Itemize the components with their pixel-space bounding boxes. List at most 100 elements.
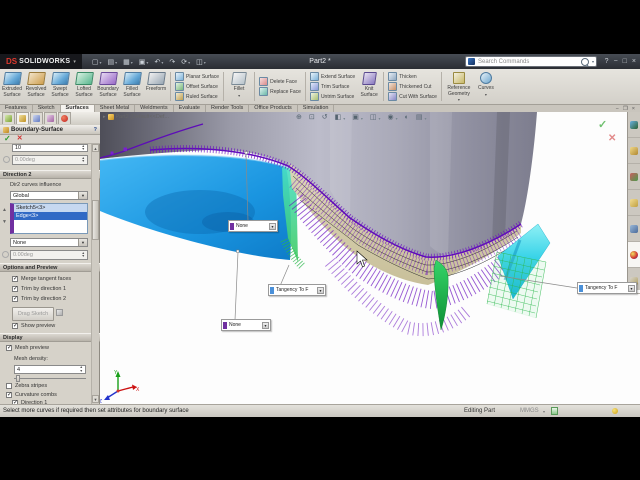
minimize-button[interactable]: − bbox=[614, 58, 618, 65]
quick-tip-icon[interactable] bbox=[612, 408, 618, 414]
flyout-feature-tree[interactable]: ▸ Part2 (Default<<Def... bbox=[103, 114, 169, 120]
tab-render-tools[interactable]: Render Tools bbox=[206, 105, 250, 112]
close-button[interactable]: × bbox=[632, 58, 636, 65]
view-orientation-icon[interactable]: ▣ bbox=[352, 113, 359, 123]
chevron-down-icon[interactable]: ▼ bbox=[269, 222, 276, 230]
checkbox-curvature-combs[interactable]: ✓ Curvature combs bbox=[6, 392, 57, 398]
units-dropdown-icon[interactable]: ▾ bbox=[543, 409, 545, 414]
spinner-arrows-icon[interactable]: ▲ ▼ bbox=[82, 144, 85, 152]
zoom-area-icon[interactable]: ⊡ bbox=[309, 113, 315, 123]
tab-features[interactable]: Features bbox=[0, 105, 33, 112]
slider-thumb[interactable] bbox=[16, 375, 20, 382]
ribbon-button-extend-surface[interactable]: Extend Surface bbox=[309, 72, 355, 81]
tab-sketch[interactable]: Sketch bbox=[33, 105, 61, 112]
display-style-icon[interactable]: ◫ bbox=[370, 113, 377, 123]
search-icon[interactable] bbox=[580, 57, 589, 66]
angle2-field[interactable]: 0.00deg ▲ ▼ bbox=[10, 250, 88, 260]
chevron-down-icon[interactable]: ▼ bbox=[317, 286, 324, 294]
taskpane-tab-design-library[interactable] bbox=[628, 138, 640, 164]
dir2-curve-list[interactable]: Sketch5<3> Edge<3> bbox=[10, 203, 88, 234]
zoom-fit-icon[interactable]: ⊕ bbox=[296, 113, 302, 123]
chevron-down-icon[interactable]: ▼ bbox=[78, 192, 87, 199]
tab-surfaces[interactable]: Surfaces bbox=[60, 105, 95, 112]
callout-tangency-mid[interactable]: Tangency To F ▼ bbox=[268, 284, 326, 296]
tag-icon[interactable] bbox=[551, 407, 558, 415]
tab-dimxpert[interactable] bbox=[44, 112, 57, 124]
tab-evaluate[interactable]: Evaluate bbox=[174, 105, 206, 112]
scroll-down-icon[interactable]: ▼ bbox=[92, 395, 99, 403]
spinner-arrows-icon[interactable]: ▲ ▼ bbox=[82, 251, 85, 259]
ok-button[interactable]: ✓ bbox=[4, 135, 11, 143]
section-direction2[interactable]: Direction 2▴ bbox=[0, 170, 100, 179]
tab-simulation[interactable]: Simulation bbox=[298, 105, 335, 112]
previous-view-icon[interactable]: ↺ bbox=[322, 113, 328, 123]
clipped-spinner-field[interactable]: 10 ▲ ▼ bbox=[12, 144, 88, 152]
chevron-down-icon[interactable]: ▼ bbox=[628, 284, 635, 292]
checkbox-show-preview[interactable]: ✓ Show preview bbox=[12, 323, 55, 329]
checkbox-trim-by-direction-1[interactable]: ✓ Trim by direction 1 bbox=[12, 286, 66, 292]
ribbon-button-untrim-surface[interactable]: Untrim Surface bbox=[309, 92, 355, 101]
scrollbar-thumb[interactable] bbox=[92, 200, 99, 240]
checkbox-mesh-preview[interactable]: ✓ Mesh preview bbox=[6, 345, 49, 351]
ribbon-button-swept-surface[interactable]: Swept Surface bbox=[48, 69, 72, 104]
ribbon-button-cut-with-surface[interactable]: Cut With Surface bbox=[388, 92, 437, 101]
ribbon-button-extruded-surface[interactable]: Extruded Surface bbox=[0, 69, 24, 104]
edit-appearance-icon[interactable]: ◐ bbox=[405, 113, 409, 123]
doc-minimize-button[interactable]: − bbox=[616, 106, 619, 112]
drag-sketch-button[interactable]: Drag Sketch bbox=[12, 307, 54, 321]
taskpane-tab-appearances[interactable] bbox=[628, 242, 640, 268]
ribbon-button-ruled-surface[interactable]: Ruled Surface bbox=[175, 92, 219, 101]
ribbon-button-boundary-surface[interactable]: Boundary Surface bbox=[96, 69, 120, 104]
confirmation-ok-icon[interactable]: ✓ bbox=[598, 118, 607, 131]
search-dropdown-icon[interactable]: ▾ bbox=[592, 59, 594, 64]
search-scope-icon[interactable] bbox=[468, 58, 475, 65]
reference-geometry-dropdown-icon[interactable]: ▾ bbox=[458, 97, 460, 102]
tab-featuremanager-tree[interactable] bbox=[2, 112, 15, 124]
ribbon-button-revolved-surface[interactable]: Revolved Surface bbox=[24, 69, 48, 104]
taskpane-tab-resources[interactable] bbox=[628, 112, 640, 138]
expand-icon[interactable]: ▸ bbox=[103, 114, 106, 120]
taskpane-tab-file-explorer[interactable] bbox=[628, 164, 640, 190]
doc-restore-button[interactable]: ❐ bbox=[623, 106, 628, 112]
ribbon-button-offset-surface[interactable]: Offset Surface bbox=[175, 82, 219, 91]
chevron-down-icon[interactable]: ▼ bbox=[262, 321, 269, 329]
tab-weldments[interactable]: Weldments bbox=[135, 105, 174, 112]
curves-dropdown-icon[interactable]: ▾ bbox=[485, 92, 487, 97]
ribbon-button-thicken[interactable]: Thicken bbox=[388, 72, 437, 81]
callout-tangency-right[interactable]: Tangency To F ▼ bbox=[577, 282, 637, 294]
dir2-influence-combo[interactable]: Global ▼ bbox=[10, 191, 88, 200]
taskpane-tab-view-palette[interactable] bbox=[628, 216, 640, 242]
spinner-arrows-icon[interactable]: ▲ ▼ bbox=[80, 365, 83, 373]
ribbon-button-reference-geometry[interactable]: Reference Geometry ▾ bbox=[444, 69, 474, 104]
checkbox-merge-tangent-faces[interactable]: ✓ Merge tangent faces bbox=[12, 276, 71, 282]
help-icon[interactable]: ? bbox=[605, 58, 609, 65]
tab-appearances[interactable] bbox=[58, 112, 71, 124]
ribbon-button-filled-surface[interactable]: Filled Surface bbox=[120, 69, 144, 104]
search-commands-input[interactable]: Search Commands ▾ bbox=[465, 56, 597, 67]
help-icon[interactable]: ? bbox=[94, 127, 97, 133]
section-display[interactable]: Display▴ bbox=[0, 333, 100, 342]
cancel-button[interactable]: ✕ bbox=[17, 135, 23, 143]
mesh-density-field[interactable]: 4 ▲ ▼ bbox=[14, 365, 86, 374]
tab-propertymanager[interactable] bbox=[16, 112, 29, 124]
ribbon-button-trim-surface[interactable]: Trim Surface bbox=[309, 82, 355, 91]
angle1-field[interactable]: 0.00deg ▲ ▼ bbox=[12, 155, 88, 165]
ribbon-button-freeform[interactable]: Freeform bbox=[144, 69, 168, 104]
ribbon-button-knit-surface[interactable]: Knit Surface bbox=[357, 69, 381, 104]
ribbon-button-replace-face[interactable]: Replace Face bbox=[259, 87, 301, 96]
list-item-edge3[interactable]: Edge<3> bbox=[14, 212, 87, 220]
graphics-viewport[interactable]: Y X Z ▸ Part2 (Default<<Def... ⊕ ⊡ ↺ ◧ ▾ … bbox=[100, 112, 640, 404]
chevron-down-icon[interactable]: ▼ bbox=[78, 239, 87, 246]
spinner-arrows-icon[interactable]: ▲ ▼ bbox=[82, 156, 85, 164]
tab-office-products[interactable]: Office Products bbox=[249, 105, 298, 112]
checkbox-trim-by-direction-2[interactable]: ✓ Trim by direction 2 bbox=[12, 296, 66, 302]
section-options-preview[interactable]: Options and Preview▴ bbox=[0, 263, 100, 272]
hide-show-items-icon[interactable]: ◉ bbox=[388, 113, 394, 123]
units-label[interactable]: MMGS bbox=[520, 408, 539, 414]
mesh-density-slider[interactable] bbox=[14, 378, 86, 379]
section-view-icon[interactable]: ◧ bbox=[335, 113, 342, 123]
ribbon-button-curves[interactable]: Curves ▾ bbox=[474, 69, 498, 104]
tab-configurations[interactable] bbox=[30, 112, 43, 124]
callout-tangency-none-bottom[interactable]: None ▼ bbox=[221, 319, 271, 331]
confirmation-cancel-icon[interactable]: ✕ bbox=[608, 133, 616, 144]
